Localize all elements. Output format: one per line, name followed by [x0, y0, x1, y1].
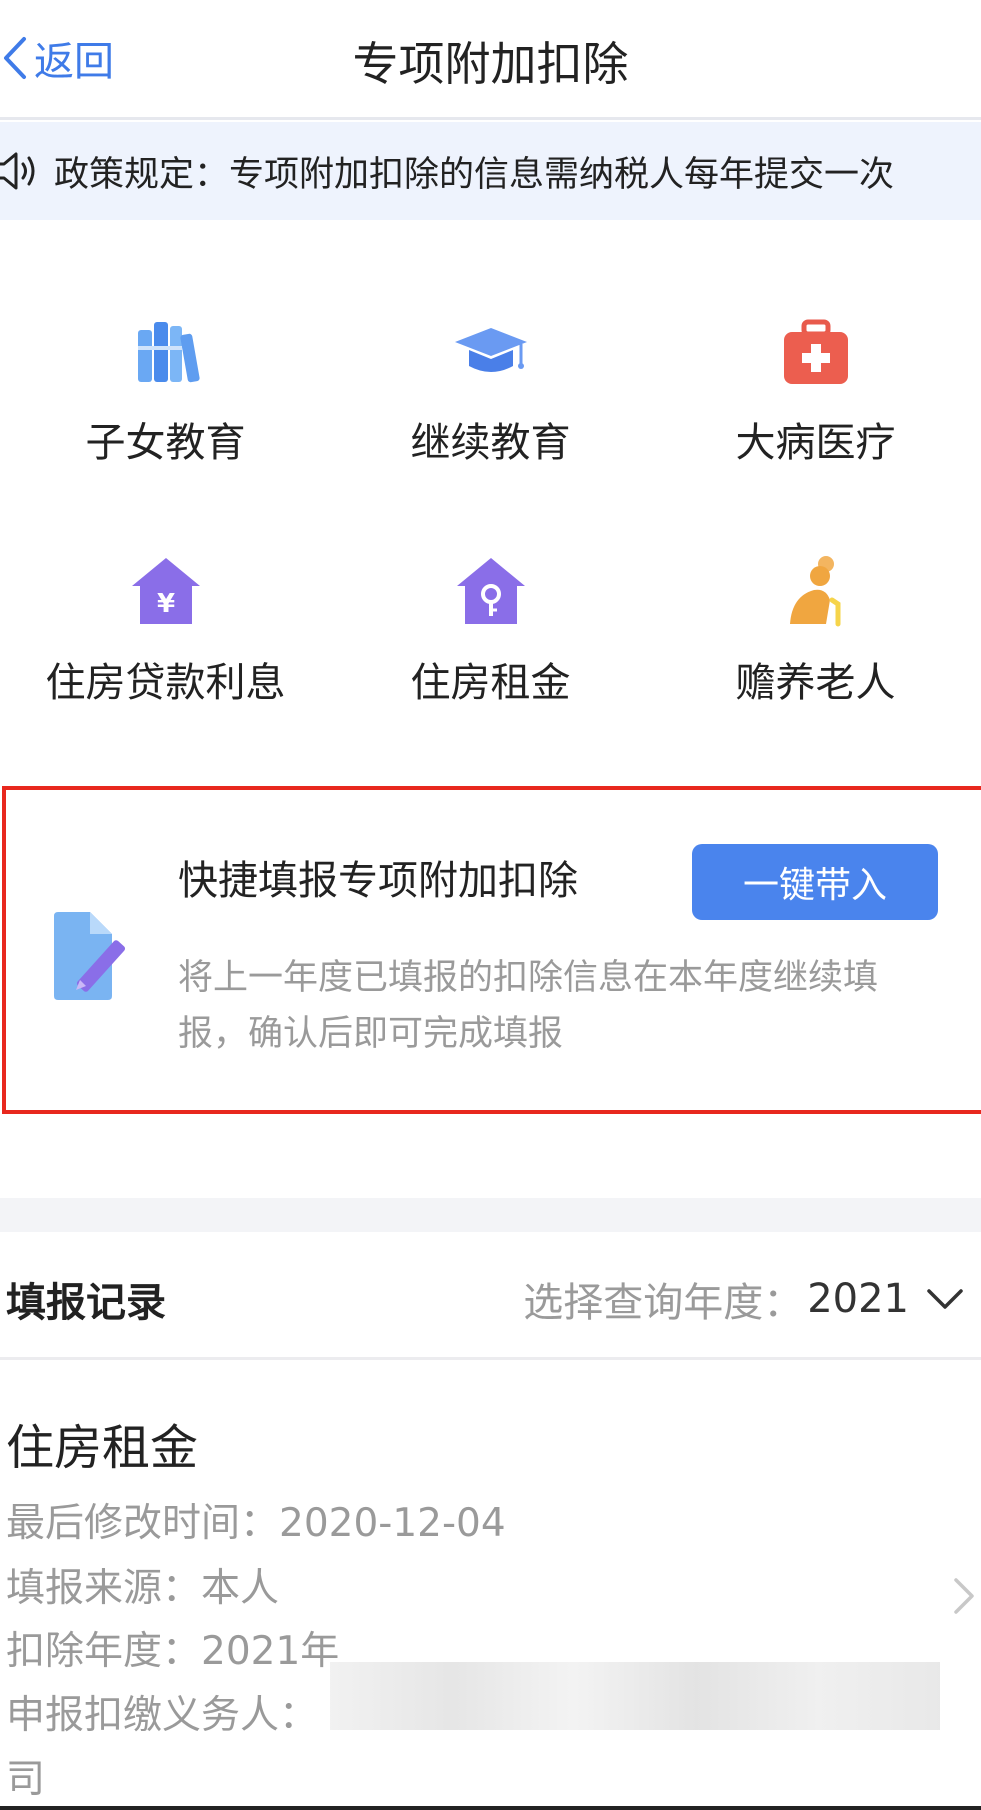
quick-fill-title: 快捷填报专项附加扣除: [178, 858, 578, 904]
notice-text: 政策规定：专项附加扣除的信息需纳税人每年提交一次: [54, 154, 895, 195]
agent-label: 申报扣缴义务人：: [6, 1693, 319, 1738]
elderly-icon: [789, 556, 840, 627]
quick-fill-panel: 快捷填报专项附加扣除 一键带入 将上一年度已填报的扣除信息在本年度继续填报，确认…: [2, 786, 981, 1114]
record-modified: 最后修改时间：2020-12-04: [6, 1492, 506, 1548]
category-label: 继续教育: [410, 420, 571, 466]
page-title: 专项附加扣除: [352, 37, 629, 91]
policy-notice: 政策规定：专项附加扣除的信息需纳税人每年提交一次: [0, 122, 981, 220]
category-label: 子女教育: [85, 420, 246, 466]
redacted-agent-name: [330, 1662, 940, 1730]
record-agent: 申报扣缴义务人：: [6, 1684, 318, 1740]
category-elderly-support[interactable]: 赡养老人: [652, 552, 979, 708]
svg-text:¥: ¥: [156, 589, 174, 619]
year-label: 扣除年度：: [6, 1629, 202, 1674]
medical-kit-icon: [783, 319, 848, 384]
one-click-import-button[interactable]: 一键带入: [692, 844, 938, 920]
nav-bar: 返回 专项附加扣除: [0, 0, 981, 120]
record-list-item[interactable]: 住房租金 最后修改时间：2020-12-04 填报来源：本人 扣除年度：2021…: [0, 1362, 981, 1810]
modified-value: 2020-12-04: [279, 1501, 506, 1546]
category-housing-rent[interactable]: 住房租金: [327, 552, 654, 708]
category-label: 住房租金: [410, 660, 571, 706]
chevron-right-icon: [954, 1578, 974, 1614]
source-label: 填报来源：: [6, 1566, 202, 1611]
speaker-icon: [0, 152, 35, 190]
year-selector-label: 选择查询年度：: [523, 1280, 804, 1326]
record-year: 扣除年度：2021年: [6, 1620, 339, 1676]
modified-label: 最后修改时间：: [6, 1501, 280, 1546]
document-edit-icon: [54, 912, 126, 1000]
record-name: 住房租金: [6, 1420, 199, 1476]
house-yen-icon: ¥: [131, 558, 200, 624]
house-key-icon: [456, 558, 525, 624]
chevron-down-icon: [927, 1289, 963, 1309]
graduation-cap-icon: [454, 328, 527, 372]
source-value: 本人: [201, 1566, 280, 1611]
section-divider: [0, 1198, 981, 1232]
category-serious-illness[interactable]: 大病医疗: [652, 312, 979, 468]
category-child-education[interactable]: 子女教育: [2, 312, 329, 468]
year-selector-value: 2021: [807, 1276, 909, 1322]
category-housing-loan-interest[interactable]: ¥ 住房贷款利息: [2, 552, 329, 708]
records-title: 填报记录: [6, 1280, 166, 1326]
records-header: 填报记录 选择查询年度： 2021: [0, 1232, 981, 1360]
books-icon: [137, 322, 200, 383]
category-label: 大病医疗: [735, 420, 896, 466]
record-agent-tail: 司: [6, 1757, 46, 1802]
year-value: 2021年: [201, 1629, 340, 1674]
year-selector[interactable]: 选择查询年度： 2021: [523, 1270, 965, 1328]
record-source: 填报来源：本人: [6, 1557, 279, 1613]
bottom-border: [0, 1806, 981, 1810]
category-label: 赡养老人: [735, 660, 896, 706]
category-label: 住房贷款利息: [45, 660, 286, 706]
quick-fill-description: 将上一年度已填报的扣除信息在本年度继续填报，确认后即可完成填报: [178, 958, 879, 1054]
category-continuing-education[interactable]: 继续教育: [327, 312, 654, 468]
